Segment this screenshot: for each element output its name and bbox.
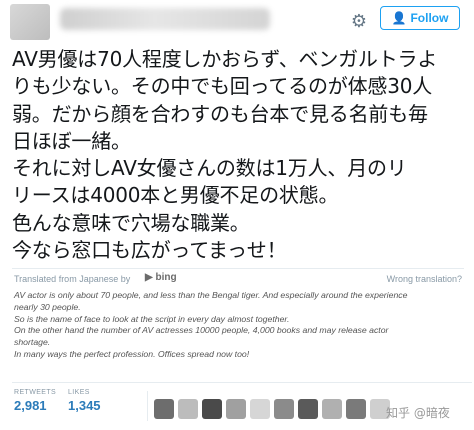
bing-logo[interactable]: ▶ bing <box>145 272 177 283</box>
translated-from-label: Translated from Japanese by <box>14 274 131 284</box>
translation-line: On the other hand the number of AV actre… <box>14 325 389 336</box>
tweet-line: リースは4000本と男優不足の状態。 <box>12 183 339 208</box>
liker-avatar[interactable] <box>274 399 294 419</box>
liker-avatar[interactable] <box>202 399 222 419</box>
watermark: 知乎 @暗夜 <box>386 406 450 420</box>
translation-line: AV actor is only about 70 people, and le… <box>14 290 408 300</box>
translation-line: So is the name of face to look at the sc… <box>14 313 290 324</box>
translation-line: shortage. <box>14 337 51 348</box>
likes-label: LIKES <box>68 389 90 396</box>
translation-bar: Translated from Japanese by ▶ bing Wrong… <box>12 268 464 285</box>
tweet-line: 弱。だから顔を合わすのも台本で見る名前も毎 <box>12 101 428 126</box>
liker-avatar[interactable] <box>250 399 270 419</box>
retweets-stat[interactable]: RETWEETS 2,981 <box>14 389 56 413</box>
translation-text: AV actor is only about 70 people, and le… <box>14 290 462 361</box>
tweet-line: 日ほぼ一緒。 <box>12 128 131 153</box>
tweet-line: 今なら窓口も広がってまっせ！ <box>12 238 287 263</box>
avatar[interactable] <box>10 4 50 40</box>
bing-icon: ▶ <box>145 272 153 283</box>
liker-avatars <box>154 399 390 421</box>
translation-line: nearly 30 people. <box>14 301 81 312</box>
tweet-line: 色んな意味で穴場な職業。 <box>12 210 250 235</box>
gear-icon[interactable]: ⚙ <box>346 10 372 32</box>
retweets-count: 2,981 <box>14 398 47 413</box>
tweet-line: それに対しAV女優さんの数は1万人、月のリ <box>12 156 407 181</box>
liker-avatar[interactable] <box>178 399 198 419</box>
tweet-line: りも少ない。その中でも回ってるのが体感30人 <box>12 74 433 99</box>
follow-label: Follow <box>410 11 449 25</box>
tweet-line: AV男優は70人程度しかおらず、ベンガルトラよ <box>12 47 438 71</box>
liker-avatar[interactable] <box>298 399 318 419</box>
liker-avatar[interactable] <box>226 399 246 419</box>
tweet-text: AV男優は70人程度しかおらず、ベンガルトラよ りも少ない。その中でも回ってるの… <box>12 46 467 264</box>
stats-divider <box>147 391 148 421</box>
blurred-user-name <box>60 8 270 30</box>
liker-avatar[interactable] <box>154 399 174 419</box>
person-plus-icon: 👤 <box>391 11 407 25</box>
wrong-translation-link[interactable]: Wrong translation? <box>387 274 462 284</box>
translation-line: In many ways the perfect profession. Off… <box>14 348 250 359</box>
liker-avatar[interactable] <box>346 399 366 419</box>
follow-button[interactable]: 👤 Follow <box>380 6 460 30</box>
retweets-label: RETWEETS <box>14 389 57 396</box>
liker-avatar[interactable] <box>322 399 342 419</box>
likes-stat[interactable]: LIKES 1,345 <box>68 389 101 413</box>
tweet-header: ⚙ 👤 Follow <box>0 0 474 48</box>
likes-count: 1,345 <box>68 398 101 413</box>
